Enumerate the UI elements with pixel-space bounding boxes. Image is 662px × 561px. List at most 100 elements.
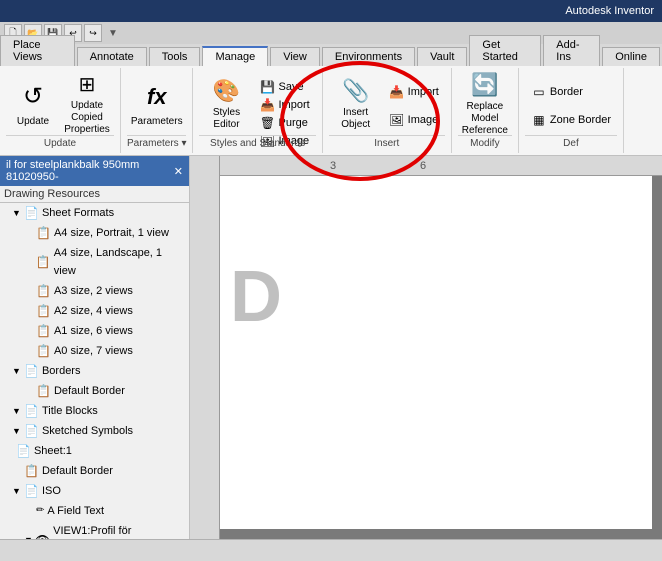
tree-item-iso[interactable]: ▼ 📄 ISO [0, 481, 189, 501]
default-border-label: Default Border [54, 382, 125, 400]
styles-small-buttons: 💾 Save 📥 Import 🗑 Purge 🖼 Image [255, 74, 313, 134]
borders-icon: 📄 [24, 362, 39, 380]
parameters-button[interactable]: fx Parameters [132, 74, 182, 134]
sheet-formats-icon: 📄 [24, 204, 39, 222]
tree-item-a4-portrait[interactable]: 📋 A4 size, Portrait, 1 view [0, 223, 189, 243]
tab-annotate[interactable]: Annotate [77, 47, 147, 66]
purge-button[interactable]: 🗑 Purge [255, 114, 313, 132]
app-title: Autodesk Inventor [565, 5, 654, 17]
tree-item-default-border[interactable]: 📋 Default Border [0, 381, 189, 401]
import2-button[interactable]: 📥 Import [385, 83, 443, 101]
panel-header: il for steelplankbalk 950mm 81020950- ✕ [0, 156, 189, 186]
tree-item-sketched-symbols[interactable]: ▼ 📄 Sketched Symbols [0, 421, 189, 441]
zone-border-button[interactable]: ▦ Zone Border [527, 111, 615, 129]
ruler-mark-6: 6 [420, 160, 426, 172]
tab-add-ins[interactable]: Add-Ins [543, 35, 600, 66]
parameters-group-label: Parameters ▾ [127, 135, 186, 151]
title-blocks-icon: 📄 [24, 402, 39, 420]
qa-redo-btn[interactable]: ↪ [84, 24, 102, 42]
zone-border-label: Zone Border [550, 114, 611, 126]
tab-place-views[interactable]: Place Views [0, 35, 75, 66]
drawing-resources-label: Drawing Resources [4, 188, 100, 200]
ribbon-group-modify: 🔄 Replace Model Reference Modify [452, 68, 519, 153]
tree-item-title-blocks[interactable]: ▼ 📄 Title Blocks [0, 401, 189, 421]
insert-object-button[interactable]: 📎 Insert Object [331, 74, 381, 134]
tree-item-a2[interactable]: 📋 A2 size, 4 views [0, 301, 189, 321]
tree-item-borders[interactable]: ▼ 📄 Borders [0, 361, 189, 381]
tab-environments[interactable]: Environments [322, 47, 415, 66]
save-styles-button[interactable]: 💾 Save [255, 78, 313, 96]
image2-icon: 🖼 [389, 112, 405, 128]
a1-icon: 📋 [36, 322, 51, 340]
ribbon-tabs: Place Views Annotate Tools Manage View E… [0, 44, 662, 66]
qa-help-icon: ▼ [108, 28, 118, 39]
ribbon-group-parameters: fx Parameters Parameters ▾ [121, 68, 193, 153]
ribbon-group-update: ↺ Update ⊞ Update Copied Properties Upda… [0, 68, 121, 153]
parameters-label: Parameters [131, 116, 183, 128]
tree-item-default-border2[interactable]: 📋 Default Border [0, 461, 189, 481]
save-icon: 💾 [259, 79, 275, 95]
styles-editor-button[interactable]: 🎨 Styles Editor [201, 74, 251, 134]
import-button[interactable]: 📥 Import [255, 96, 313, 114]
sheet1-label: Sheet:1 [34, 442, 72, 460]
tab-tools[interactable]: Tools [149, 47, 201, 66]
insert-object-label: Insert Object [333, 107, 379, 131]
tab-manage[interactable]: Manage [202, 46, 268, 66]
border-button[interactable]: ▭ Border [527, 83, 615, 101]
a2-icon: 📋 [36, 302, 51, 320]
expand-view1: ▼ [24, 531, 33, 539]
insert-group-label: Insert [329, 135, 445, 151]
expand-iso: ▼ [12, 482, 22, 500]
update-button[interactable]: ↺ Update [8, 74, 58, 134]
a4-portrait-label: A4 size, Portrait, 1 view [54, 224, 169, 242]
tree-item-sheet1[interactable]: 📄 Sheet:1 [0, 441, 189, 461]
panel-close-icon[interactable]: ✕ [174, 165, 183, 178]
import2-icon: 📥 [389, 84, 405, 100]
tree-item-a1[interactable]: 📋 A1 size, 6 views [0, 321, 189, 341]
a4-landscape-label: A4 size, Landscape, 1 view [54, 244, 185, 280]
ribbon-group-insert: 📎 Insert Object 📥 Import 🖼 Image Insert [323, 68, 452, 153]
tree-item-field-text[interactable]: ✏ A Field Text [0, 501, 189, 521]
a3-label: A3 size, 2 views [54, 282, 133, 300]
expand-sketched-symbols: ▼ [12, 422, 22, 440]
tab-view[interactable]: View [270, 47, 320, 66]
expand-title-blocks: ▼ [12, 402, 22, 420]
default-border2-icon: 📋 [24, 462, 39, 480]
iso-icon: 📄 [24, 482, 39, 500]
panel-file-name: il for steelplankbalk 950mm 81020950- [6, 159, 174, 183]
border-icon: ▭ [531, 84, 547, 100]
replace-model-ref-label: Replace Model Reference [462, 101, 508, 137]
drawing-sheet: D [220, 176, 652, 529]
tree-item-sheet-formats[interactable]: ▼ 📄 Sheet Formats [0, 203, 189, 223]
tree-item-view1[interactable]: ▼ 👁 VIEW1:Profil för steelplankbalk 950 [0, 521, 189, 539]
sketched-symbols-icon: 📄 [24, 422, 39, 440]
tree-container: ▼ 📄 Sheet Formats 📋 A4 size, Portrait, 1… [0, 203, 189, 539]
replace-model-ref-icon: 🔄 [469, 72, 501, 98]
ribbon: ↺ Update ⊞ Update Copied Properties Upda… [0, 66, 662, 156]
insert-object-icon: 📎 [340, 78, 372, 104]
a2-label: A2 size, 4 views [54, 302, 133, 320]
tree-item-a0[interactable]: 📋 A0 size, 7 views [0, 341, 189, 361]
replace-model-ref-button[interactable]: 🔄 Replace Model Reference [460, 74, 510, 134]
tab-vault[interactable]: Vault [417, 47, 467, 66]
tree-item-a3[interactable]: 📋 A3 size, 2 views [0, 281, 189, 301]
sheet-formats-label: Sheet Formats [42, 204, 114, 222]
ribbon-group-styles: 🎨 Styles Editor 💾 Save 📥 Import 🗑 Purge … [193, 68, 322, 153]
image2-button[interactable]: 🖼 Image [385, 111, 443, 129]
status-bar [0, 539, 662, 561]
main-area: il for steelplankbalk 950mm 81020950- ✕ … [0, 156, 662, 539]
update-copied-icon: ⊞ [71, 72, 103, 97]
a4-landscape-icon: 📋 [36, 253, 51, 271]
modify-group-label: Modify [458, 135, 512, 151]
def-group-label: Def [525, 135, 617, 151]
tab-online[interactable]: Online [602, 47, 660, 66]
border-label: Border [550, 86, 583, 98]
expand-sheet-formats: ▼ [12, 204, 22, 222]
tree-item-a4-landscape[interactable]: 📋 A4 size, Landscape, 1 view [0, 243, 189, 281]
default-border-icon: 📋 [36, 382, 51, 400]
title-bar: Autodesk Inventor [0, 0, 662, 22]
tab-get-started[interactable]: Get Started [469, 35, 541, 66]
update-copied-label: Update Copied Properties [64, 100, 110, 136]
styles-editor-label: Styles Editor [203, 107, 249, 131]
update-copied-properties-button[interactable]: ⊞ Update Copied Properties [62, 74, 112, 134]
